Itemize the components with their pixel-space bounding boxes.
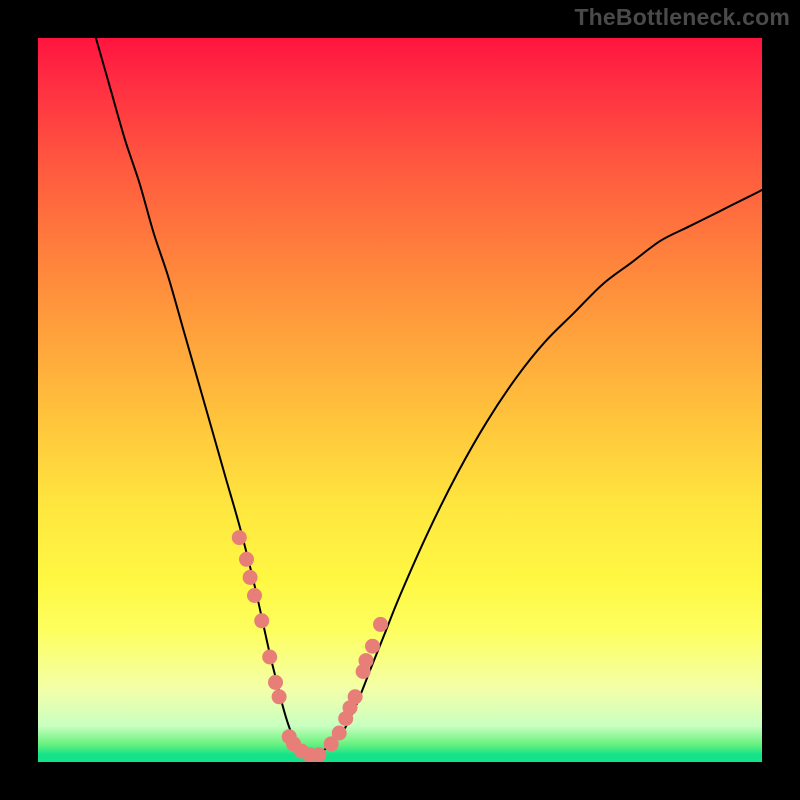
- data-marker: [247, 588, 262, 603]
- data-marker: [359, 653, 374, 668]
- plot-area: [38, 38, 762, 762]
- data-marker: [311, 747, 326, 762]
- data-marker: [254, 613, 269, 628]
- bottleneck-curve: [96, 38, 762, 756]
- data-marker: [373, 617, 388, 632]
- data-marker: [243, 570, 258, 585]
- chart-frame: TheBottleneck.com: [0, 0, 800, 800]
- data-marker: [268, 675, 283, 690]
- data-marker: [239, 552, 254, 567]
- data-marker: [332, 726, 347, 741]
- marker-group: [232, 530, 388, 762]
- watermark-text: TheBottleneck.com: [574, 4, 790, 31]
- data-marker: [262, 650, 277, 665]
- data-marker: [365, 639, 380, 654]
- data-marker: [348, 689, 363, 704]
- data-marker: [232, 530, 247, 545]
- chart-overlay: [38, 38, 762, 762]
- data-marker: [272, 689, 287, 704]
